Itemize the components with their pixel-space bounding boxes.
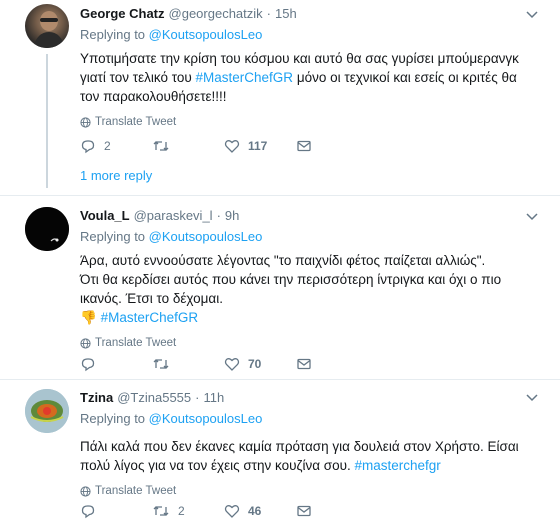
envelope-icon bbox=[297, 140, 311, 152]
avatar[interactable] bbox=[25, 4, 69, 48]
direct-message-button[interactable] bbox=[296, 503, 368, 519]
replying-to: Replying to @KoutsopoulosLeo bbox=[80, 228, 538, 246]
tweet-text-line: Άρα, αυτό εννοούσατε λέγοντας "το παιχνί… bbox=[80, 253, 486, 268]
replying-to: Replying to @KoutsopoulosLeo bbox=[80, 410, 538, 428]
thread-line bbox=[46, 54, 48, 188]
tweet-tzina[interactable]: Tzina @Tzina5555 · 11h Replying to @Kout… bbox=[0, 381, 560, 521]
reply-button[interactable] bbox=[80, 503, 152, 519]
replying-to-link[interactable]: @KoutsopoulosLeo bbox=[149, 229, 263, 244]
separator: · bbox=[216, 208, 221, 223]
thumbs-down-emoji: 👎 bbox=[80, 310, 97, 325]
hashtag-link[interactable]: #masterchefgr bbox=[354, 458, 440, 473]
like-count: 46 bbox=[248, 504, 262, 518]
replying-to-link[interactable]: @KoutsopoulosLeo bbox=[149, 411, 263, 426]
timestamp[interactable]: 15h bbox=[275, 5, 297, 23]
tweet-voula-l[interactable]: Voula_L @paraskevi_l · 9h Replying to @K… bbox=[0, 197, 560, 380]
translate-tweet[interactable]: Translate Tweet bbox=[80, 483, 538, 499]
reply-button[interactable]: 2 bbox=[80, 138, 152, 154]
reply-icon bbox=[81, 140, 95, 154]
author-handle[interactable]: @Tzina5555 bbox=[117, 389, 191, 407]
avatar[interactable] bbox=[25, 207, 69, 251]
retweet-icon bbox=[153, 359, 169, 369]
avatar[interactable] bbox=[25, 389, 69, 433]
heart-icon bbox=[224, 140, 240, 153]
like-button[interactable]: 46 bbox=[224, 503, 296, 519]
direct-message-button[interactable] bbox=[296, 138, 368, 154]
like-button[interactable]: 70 bbox=[224, 356, 296, 372]
hashtag-link[interactable]: #MasterChefGR bbox=[196, 70, 294, 85]
translate-tweet[interactable]: Translate Tweet bbox=[80, 114, 538, 130]
timestamp[interactable]: 9h bbox=[225, 207, 239, 225]
tweet-george-chatz[interactable]: George Chatz @georgechatzik · 15h Replyi… bbox=[0, 0, 560, 196]
like-button[interactable]: 117 bbox=[224, 138, 296, 154]
translate-tweet[interactable]: Translate Tweet bbox=[80, 335, 538, 351]
chevron-down-icon[interactable] bbox=[524, 208, 540, 224]
reply-button[interactable] bbox=[80, 356, 152, 372]
translate-label: Translate Tweet bbox=[95, 337, 177, 349]
replying-label: Replying to bbox=[80, 27, 149, 42]
separator: · bbox=[195, 390, 200, 405]
more-replies-link[interactable]: 1 more reply bbox=[80, 168, 152, 183]
retweet-button[interactable]: 2 bbox=[152, 503, 224, 519]
timestamp[interactable]: 11h bbox=[203, 389, 224, 407]
tweet-text: Υποτιμήσατε την κρίση του κόσμου και αυτ… bbox=[80, 49, 538, 106]
tweet-text-part: Πάλι καλά που δεν έκανες καμία πρόταση γ… bbox=[80, 439, 519, 473]
translate-label: Translate Tweet bbox=[95, 116, 177, 128]
replying-label: Replying to bbox=[80, 411, 149, 426]
like-count: 70 bbox=[248, 357, 262, 371]
replying-label: Replying to bbox=[80, 229, 149, 244]
author-name[interactable]: George Chatz bbox=[80, 5, 165, 23]
chevron-down-icon[interactable] bbox=[524, 6, 540, 22]
heart-icon bbox=[224, 358, 240, 371]
heart-icon bbox=[224, 505, 240, 518]
author-handle[interactable]: @georgechatzik bbox=[169, 5, 263, 23]
direct-message-button[interactable] bbox=[296, 356, 368, 372]
author-handle[interactable]: @paraskevi_l bbox=[134, 207, 213, 225]
retweet-button[interactable] bbox=[152, 356, 224, 372]
globe-icon bbox=[80, 337, 91, 349]
author-name[interactable]: Tzina bbox=[80, 389, 113, 407]
replying-to: Replying to @KoutsopoulosLeo bbox=[80, 26, 538, 44]
tweet-text: Άρα, αυτό εννοούσατε λέγοντας "το παιχνί… bbox=[80, 251, 538, 327]
chevron-down-icon[interactable] bbox=[524, 389, 540, 405]
tweet-text: Πάλι καλά που δεν έκανες καμία πρόταση γ… bbox=[80, 437, 538, 475]
translate-label: Translate Tweet bbox=[95, 485, 177, 497]
retweet-count: 2 bbox=[178, 504, 185, 518]
retweet-icon bbox=[153, 141, 169, 151]
envelope-icon bbox=[297, 505, 311, 517]
globe-icon bbox=[80, 485, 91, 497]
globe-icon bbox=[80, 116, 91, 128]
hashtag-link[interactable]: #MasterChefGR bbox=[101, 310, 199, 325]
envelope-icon bbox=[297, 358, 311, 370]
like-count: 117 bbox=[248, 139, 268, 153]
author-name[interactable]: Voula_L bbox=[80, 207, 130, 225]
reply-icon bbox=[81, 358, 95, 372]
reply-count: 2 bbox=[104, 139, 111, 153]
tweet-text-line: Ότι θα κερδίσει αυτός που κάνει την περι… bbox=[80, 272, 502, 306]
replying-to-link[interactable]: @KoutsopoulosLeo bbox=[149, 27, 263, 42]
reply-icon bbox=[81, 505, 95, 519]
retweet-button[interactable] bbox=[152, 138, 224, 154]
retweet-icon bbox=[153, 506, 169, 516]
separator: · bbox=[266, 6, 271, 21]
